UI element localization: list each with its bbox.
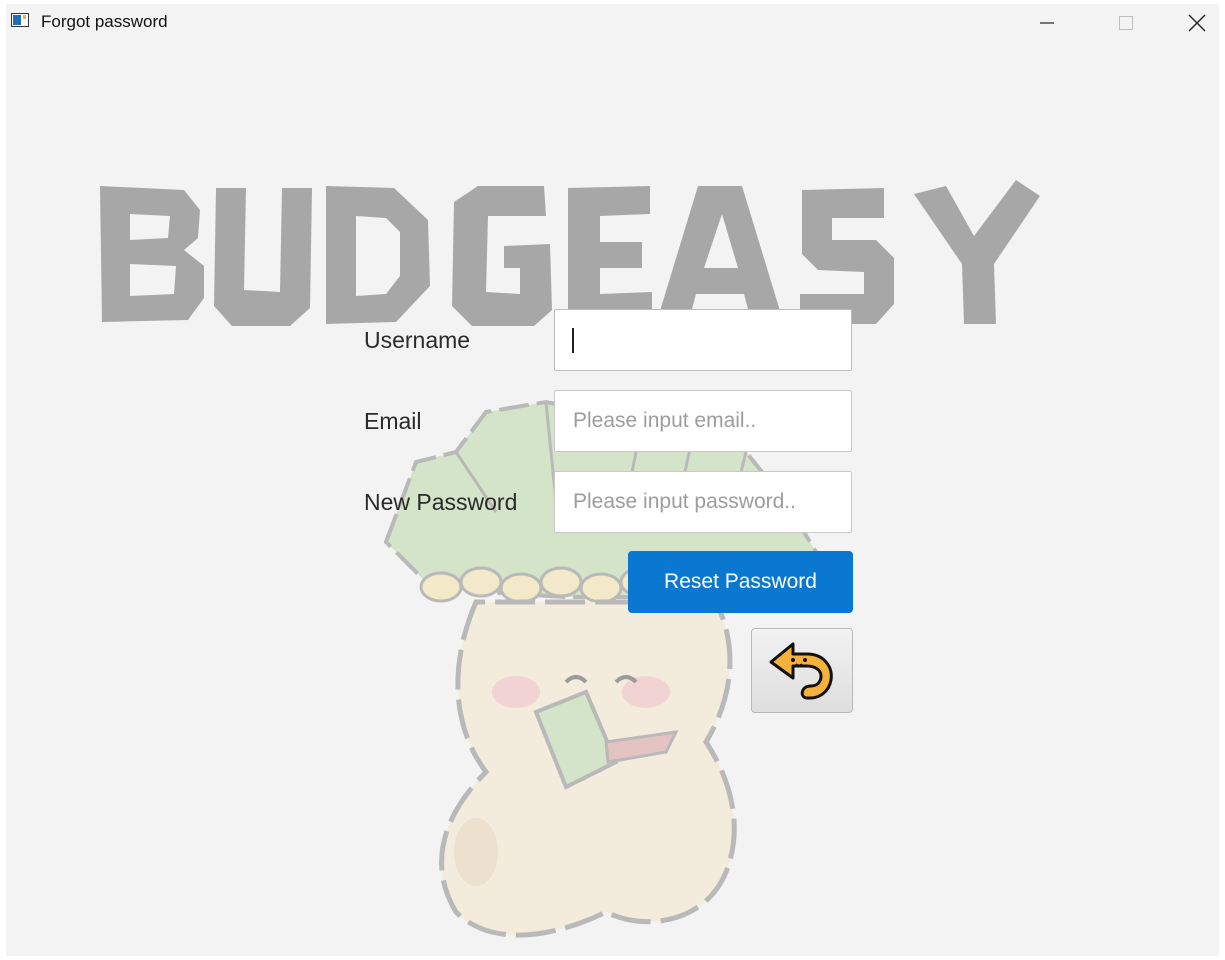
window-title: Forgot password [41, 12, 168, 31]
minimize-icon [1040, 22, 1054, 24]
close-button[interactable] [1174, 4, 1219, 42]
new-password-label: New Password [364, 489, 518, 515]
title-bar: Forgot password [6, 4, 1219, 42]
back-button[interactable] [751, 628, 853, 713]
minimize-button[interactable] [1024, 4, 1070, 42]
forgot-password-window: Forgot password Username Email Please in… [6, 4, 1219, 956]
content-area: Username Email New Password Reset Passwo… [6, 42, 1219, 956]
username-label: Username [364, 327, 471, 353]
reset-password-button[interactable]: Reset Password [628, 551, 853, 613]
back-arrow-icon [769, 642, 833, 699]
email-label: Email [364, 408, 422, 434]
budgeasy-logo [100, 180, 1040, 326]
maximize-button[interactable] [1103, 4, 1149, 42]
text-caret [572, 328, 574, 353]
username-input[interactable] [554, 309, 852, 371]
email-input[interactable] [554, 390, 852, 452]
new-password-input[interactable] [554, 471, 852, 533]
close-icon [1188, 14, 1206, 32]
app-icon [11, 13, 29, 27]
maximize-icon [1119, 16, 1133, 30]
